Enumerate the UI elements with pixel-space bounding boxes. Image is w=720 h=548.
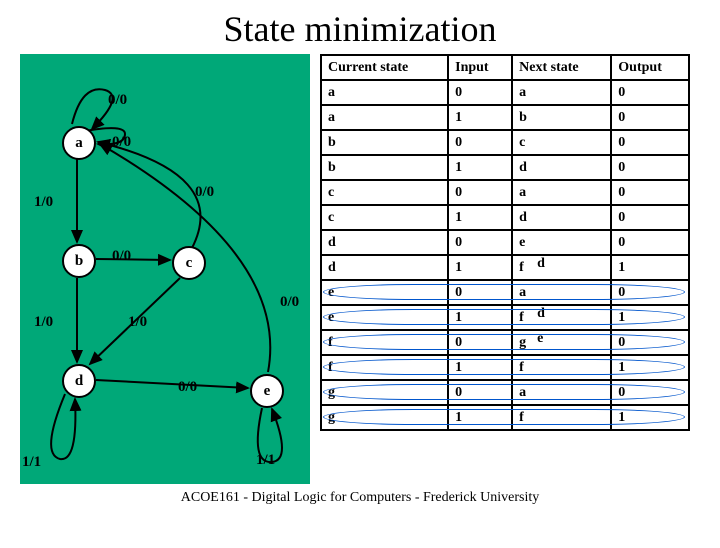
edge-label: 0/0: [280, 294, 299, 311]
state-node-c: c: [172, 246, 206, 280]
table-cell: 1: [611, 355, 689, 380]
edge-label: 1/0: [34, 194, 53, 211]
table-cell: 1: [448, 355, 512, 380]
table-cell: 1: [611, 405, 689, 430]
table-cell: e: [321, 305, 448, 330]
table-row: e0a0: [321, 280, 689, 305]
edge-label: 0/0: [195, 184, 214, 201]
table-cell: b: [512, 105, 611, 130]
table-cell: e: [321, 280, 448, 305]
edge-label: 1/0: [34, 314, 53, 331]
table-cell: 1: [448, 155, 512, 180]
table-cell: 1: [448, 255, 512, 280]
table-row: b1d0: [321, 155, 689, 180]
table-cell: ge: [512, 330, 611, 355]
table-row: d0e0: [321, 230, 689, 255]
table-header: Next state: [512, 55, 611, 80]
table-row: g1f1: [321, 405, 689, 430]
table-cell: 0: [611, 280, 689, 305]
table-row: c1d0: [321, 205, 689, 230]
table-cell: g: [321, 405, 448, 430]
table-cell: b: [321, 130, 448, 155]
state-node-b: b: [62, 244, 96, 278]
table-cell: a: [321, 105, 448, 130]
table-cell: d: [512, 155, 611, 180]
table-row: c0a0: [321, 180, 689, 205]
table-cell: c: [512, 130, 611, 155]
annotation: e: [537, 331, 543, 347]
table-row: b0c0: [321, 130, 689, 155]
table-cell: 0: [448, 80, 512, 105]
state-node-a: a: [62, 126, 96, 160]
table-cell: f: [321, 355, 448, 380]
table-cell: 0: [611, 230, 689, 255]
table-cell: f: [512, 405, 611, 430]
table-row: g0a0: [321, 380, 689, 405]
edge-label: 0/0: [178, 379, 197, 396]
state-node-e: e: [250, 374, 284, 408]
table-cell: 0: [611, 180, 689, 205]
edge-label: 1/0: [128, 314, 147, 331]
annotation: d: [537, 306, 545, 322]
table-cell: a: [512, 380, 611, 405]
table-row: f1f1: [321, 355, 689, 380]
table-cell: 0: [448, 280, 512, 305]
table-cell: b: [321, 155, 448, 180]
state-node-d: d: [62, 364, 96, 398]
state-table: Current stateInputNext stateOutputa0a0a1…: [320, 54, 690, 431]
table-row: a1b0: [321, 105, 689, 130]
table-cell: 0: [611, 380, 689, 405]
edge-label: 0/0: [108, 92, 127, 109]
table-row: e1fd1: [321, 305, 689, 330]
table-cell: e: [512, 230, 611, 255]
table-cell: f: [512, 355, 611, 380]
table-cell: d: [512, 205, 611, 230]
table-cell: g: [321, 380, 448, 405]
table-cell: 1: [611, 305, 689, 330]
table-header: Input: [448, 55, 512, 80]
table-cell: d: [321, 255, 448, 280]
table-cell: a: [321, 80, 448, 105]
table-cell: 0: [448, 130, 512, 155]
table-cell: 0: [448, 180, 512, 205]
table-cell: 1: [448, 305, 512, 330]
table-cell: c: [321, 205, 448, 230]
table-cell: 0: [448, 330, 512, 355]
table-cell: a: [512, 180, 611, 205]
table-header: Current state: [321, 55, 448, 80]
state-diagram: a b c d e 0/0 0/0 1/0 0/0 1/0 1/0 0/0 0/0 0/0 1/1 1/1: [20, 54, 310, 484]
table-cell: 0: [448, 230, 512, 255]
table-row: a0a0: [321, 80, 689, 105]
table-cell: d: [321, 230, 448, 255]
table-row: f0ge0: [321, 330, 689, 355]
table-cell: 1: [448, 205, 512, 230]
table-cell: 1: [448, 105, 512, 130]
table-cell: 0: [611, 155, 689, 180]
table-cell: 0: [611, 330, 689, 355]
annotation: d: [537, 256, 545, 272]
table-cell: 1: [448, 405, 512, 430]
table-cell: 0: [611, 105, 689, 130]
table-header: Output: [611, 55, 689, 80]
table-cell: f: [321, 330, 448, 355]
edge-label: 1/1: [256, 452, 275, 469]
table-cell: c: [321, 180, 448, 205]
edge-label: 0/0: [112, 248, 131, 265]
page-title: State minimization: [0, 8, 720, 50]
table-cell: 0: [611, 80, 689, 105]
table-cell: fd: [512, 255, 611, 280]
table-cell: 0: [448, 380, 512, 405]
table-cell: 0: [611, 130, 689, 155]
edge-label: 1/1: [22, 454, 41, 471]
table-row: d1fd1: [321, 255, 689, 280]
table-cell: fd: [512, 305, 611, 330]
table-cell: a: [512, 80, 611, 105]
table-cell: 1: [611, 255, 689, 280]
footer-text: ACOE161 - Digital Logic for Computers - …: [0, 490, 720, 506]
table-cell: a: [512, 280, 611, 305]
table-cell: 0: [611, 205, 689, 230]
edge-label: 0/0: [112, 134, 131, 151]
